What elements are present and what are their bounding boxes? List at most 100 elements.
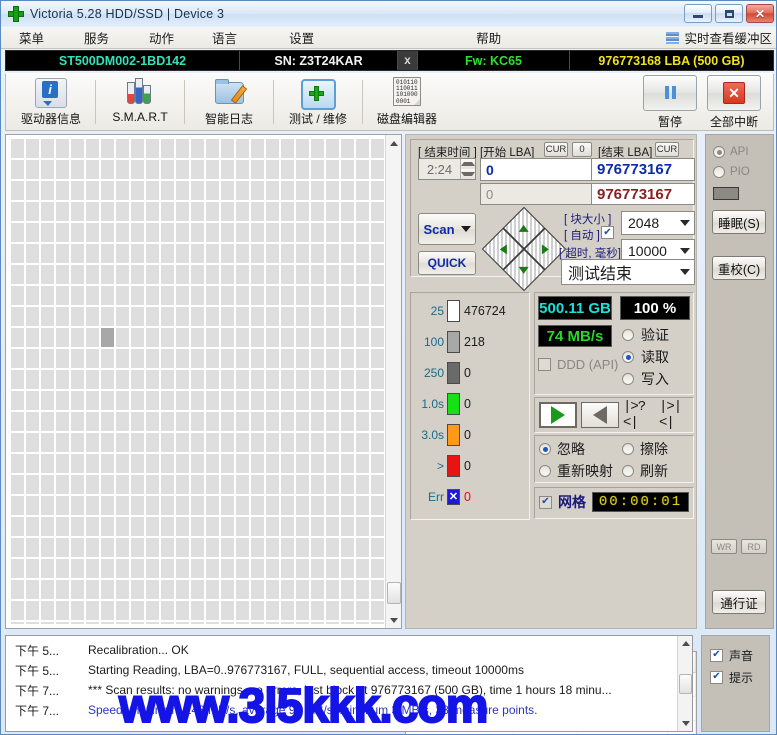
scan-grid-cell[interactable] (146, 244, 159, 263)
scan-grid-cell[interactable] (11, 139, 24, 158)
scan-grid-cell[interactable] (221, 286, 234, 305)
scan-grid-cell[interactable] (191, 559, 204, 578)
scan-grid-cell[interactable] (41, 559, 54, 578)
scan-grid-cell[interactable] (281, 307, 294, 326)
scan-grid-cell[interactable] (101, 622, 114, 624)
scan-grid-cell[interactable] (311, 181, 324, 200)
scan-grid-cell[interactable] (356, 412, 369, 431)
hint-option-row[interactable]: 提示 (702, 666, 769, 688)
scan-grid-cell[interactable] (41, 223, 54, 242)
scan-grid-cell[interactable] (236, 160, 249, 179)
scan-grid-cell[interactable] (251, 202, 264, 221)
scan-grid-cell[interactable] (86, 391, 99, 410)
scan-grid-cell[interactable] (41, 391, 54, 410)
scan-grid-cell[interactable] (11, 160, 24, 179)
scan-grid-cell[interactable] (221, 622, 234, 624)
scan-grid-cell[interactable] (71, 559, 84, 578)
scan-grid-cell[interactable] (11, 286, 24, 305)
scan-grid-cell[interactable] (371, 265, 384, 284)
scan-grid-cell[interactable] (131, 454, 144, 473)
toolbar-drive-info-button[interactable]: 驱动器信息 (10, 74, 92, 130)
scan-grid-cell[interactable] (56, 307, 69, 326)
scan-grid-cell[interactable] (311, 328, 324, 347)
end-time-spin-arrows[interactable] (460, 159, 475, 179)
scan-grid-cell[interactable] (221, 307, 234, 326)
scan-grid-cell[interactable] (26, 433, 39, 452)
scan-grid-cell[interactable] (101, 139, 114, 158)
log-line[interactable]: 下午 7... Speed: maximum 148 MB/s, average … (6, 700, 692, 720)
scan-grid-cell[interactable] (371, 286, 384, 305)
scan-grid-cell[interactable] (11, 433, 24, 452)
scan-grid-cell[interactable] (161, 286, 174, 305)
scan-grid-cell[interactable] (191, 223, 204, 242)
scan-grid-cell[interactable] (41, 139, 54, 158)
scan-grid-cell[interactable] (296, 349, 309, 368)
scan-grid-cell[interactable] (146, 223, 159, 242)
scan-grid-cell[interactable] (341, 307, 354, 326)
scan-grid-cell[interactable] (311, 349, 324, 368)
scan-grid-cell[interactable] (56, 517, 69, 536)
scan-grid-cell[interactable] (116, 580, 129, 599)
scan-grid-cell[interactable] (146, 160, 159, 179)
scan-grid-cell[interactable] (161, 433, 174, 452)
scan-grid-cell[interactable] (11, 349, 24, 368)
scan-grid-cell[interactable] (191, 601, 204, 620)
scan-grid-cell[interactable] (176, 412, 189, 431)
scan-grid-cell[interactable] (56, 328, 69, 347)
scan-grid-cell[interactable] (251, 349, 264, 368)
scan-grid-cell[interactable] (341, 559, 354, 578)
scan-grid-cell[interactable] (41, 244, 54, 263)
scan-grid-cell[interactable] (146, 391, 159, 410)
scan-grid-cell[interactable] (161, 328, 174, 347)
scan-grid-cell[interactable] (236, 286, 249, 305)
scan-grid-cell[interactable] (131, 412, 144, 431)
scan-grid-cell[interactable] (221, 454, 234, 473)
scan-grid-cell[interactable] (206, 517, 219, 536)
action-refresh-radio[interactable] (622, 465, 634, 477)
block-size-combo[interactable]: 2048 (621, 211, 695, 235)
scan-grid-cell[interactable] (296, 286, 309, 305)
scan-grid-cell[interactable] (296, 496, 309, 515)
scan-grid-cell[interactable] (176, 496, 189, 515)
scan-grid-cell[interactable] (281, 433, 294, 452)
scan-grid-cell[interactable] (101, 538, 114, 557)
scan-grid-cell[interactable] (281, 370, 294, 389)
scan-grid-cell[interactable] (131, 475, 144, 494)
seek-end-button[interactable]: |>|<| (659, 399, 693, 431)
scan-grid-cell[interactable] (176, 139, 189, 158)
scan-grid-cell[interactable] (71, 370, 84, 389)
scan-grid-cell[interactable] (311, 433, 324, 452)
log-line[interactable]: 下午 5... Starting Reading, LBA=0..97677316… (6, 660, 692, 680)
log-scroll-up-button[interactable] (678, 636, 693, 651)
start-lba-zero-button[interactable]: 0 (572, 142, 592, 157)
scan-grid-cell[interactable] (191, 370, 204, 389)
reverse-button[interactable] (581, 402, 619, 428)
scan-grid-cell[interactable] (251, 244, 264, 263)
scan-grid-cell[interactable] (266, 223, 279, 242)
scan-grid-cell[interactable] (101, 160, 114, 179)
scan-grid-cell[interactable] (281, 349, 294, 368)
scan-grid-cell[interactable] (86, 265, 99, 284)
scan-grid-cell[interactable] (296, 160, 309, 179)
mode-write-radio[interactable] (622, 373, 634, 385)
scan-grid-cell[interactable] (281, 139, 294, 158)
menu-item-help[interactable]: 帮助 (470, 26, 507, 49)
scan-grid-cell[interactable] (296, 601, 309, 620)
scan-grid-cell[interactable] (296, 244, 309, 263)
action-remap-row[interactable]: 重新映射 (539, 461, 613, 481)
scan-grid-cell[interactable] (161, 181, 174, 200)
scan-grid-cell[interactable] (86, 517, 99, 536)
scan-grid-cell[interactable] (176, 433, 189, 452)
scan-grid-cell[interactable] (326, 559, 339, 578)
scan-grid-cell[interactable] (236, 433, 249, 452)
scan-grid-cell[interactable] (296, 181, 309, 200)
scan-grid-cell[interactable] (161, 139, 174, 158)
scan-grid-cell[interactable] (71, 349, 84, 368)
scan-grid-cell[interactable] (266, 433, 279, 452)
scan-grid-cell[interactable] (251, 139, 264, 158)
scan-grid-cell[interactable] (371, 412, 384, 431)
scan-grid-cell[interactable] (326, 496, 339, 515)
scan-grid-cell[interactable] (311, 391, 324, 410)
scan-grid-cell[interactable] (101, 349, 114, 368)
scan-grid-cell[interactable] (71, 454, 84, 473)
